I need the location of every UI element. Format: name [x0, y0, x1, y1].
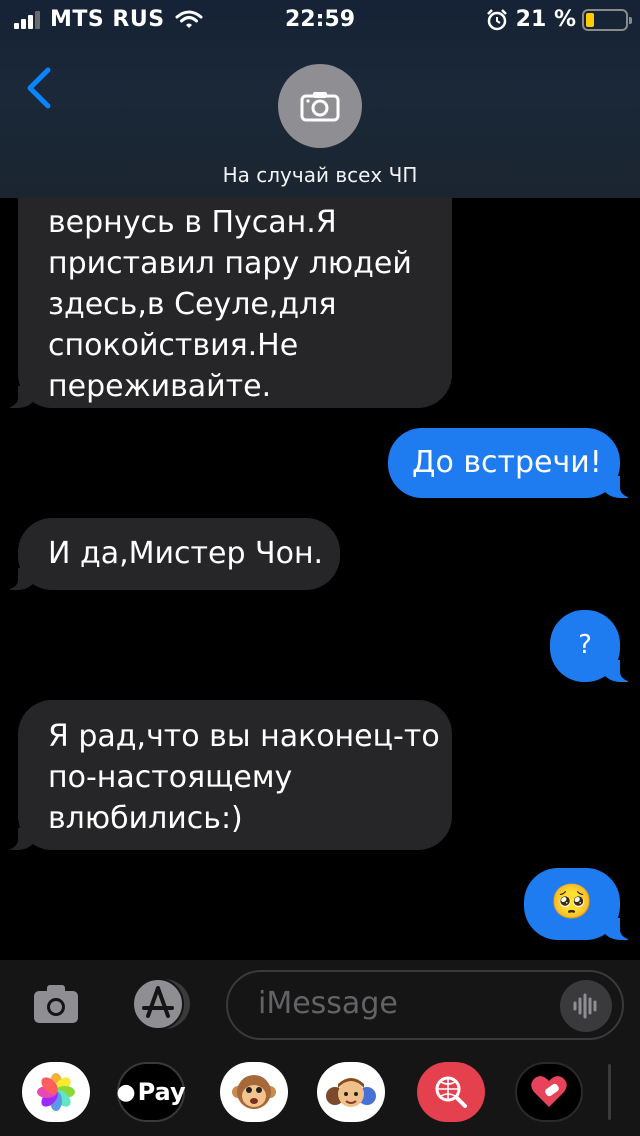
contact-name[interactable]: На случай всех ЧП	[0, 163, 640, 187]
app-store-icon[interactable]	[126, 978, 190, 1030]
message-text: До встречи!	[412, 445, 602, 480]
alarm-clock-icon	[486, 8, 507, 30]
heart-touch-icon	[531, 1076, 567, 1107]
avatar[interactable]	[278, 64, 362, 148]
message-text: Я рад,что вы наконец-то по-настоящему вл…	[48, 719, 440, 836]
message-input[interactable]: iMessage	[226, 970, 624, 1040]
outgoing-message[interactable]: 🥺	[524, 868, 640, 940]
globe-search-icon	[435, 1076, 467, 1108]
audio-waveform-icon	[573, 993, 597, 1019]
outgoing-message[interactable]: До встречи!	[388, 428, 640, 498]
chevron-left-icon[interactable]	[22, 64, 56, 112]
memoji-icon	[326, 1078, 376, 1107]
incoming-message[interactable]: Я рад,что вы наконец-то по-настоящему вл…	[0, 700, 452, 850]
photos-icon	[37, 1073, 75, 1111]
battery-icon	[582, 8, 632, 31]
battery-percentage: 21 %	[515, 7, 576, 32]
photos-app-button[interactable]	[22, 1062, 90, 1122]
incoming-message[interactable]: И да,Мистер Чон.	[0, 518, 340, 590]
compose-bar: iMessage	[0, 960, 640, 1048]
apple-logo-icon: ●	[116, 1079, 136, 1105]
outgoing-message[interactable]: ?	[550, 610, 640, 682]
app-drawer: ● Pay	[0, 1048, 640, 1136]
apple-pay-label: Pay	[137, 1078, 186, 1106]
emoji-message: 🥺	[550, 882, 594, 922]
message-text: вернусь в Пусан.Я приставил пару людей з…	[48, 205, 412, 404]
audio-message-button[interactable]	[560, 980, 612, 1032]
drawer-divider	[608, 1064, 611, 1120]
status-bar: MTS RUS 22:59 21 %	[0, 0, 640, 40]
apple-pay-button[interactable]: ● Pay	[116, 1062, 186, 1122]
digital-touch-button[interactable]	[515, 1062, 583, 1122]
images-search-button[interactable]	[417, 1062, 485, 1122]
memoji-stickers-button[interactable]	[317, 1062, 385, 1122]
message-input-placeholder: iMessage	[258, 986, 398, 1021]
camera-icon	[300, 92, 340, 122]
message-text: И да,Мистер Чон.	[48, 536, 324, 571]
camera-icon[interactable]	[32, 982, 80, 1026]
monkey-animoji-icon	[232, 1075, 276, 1109]
animoji-app-button[interactable]	[220, 1062, 288, 1122]
message-text: ?	[578, 630, 592, 660]
